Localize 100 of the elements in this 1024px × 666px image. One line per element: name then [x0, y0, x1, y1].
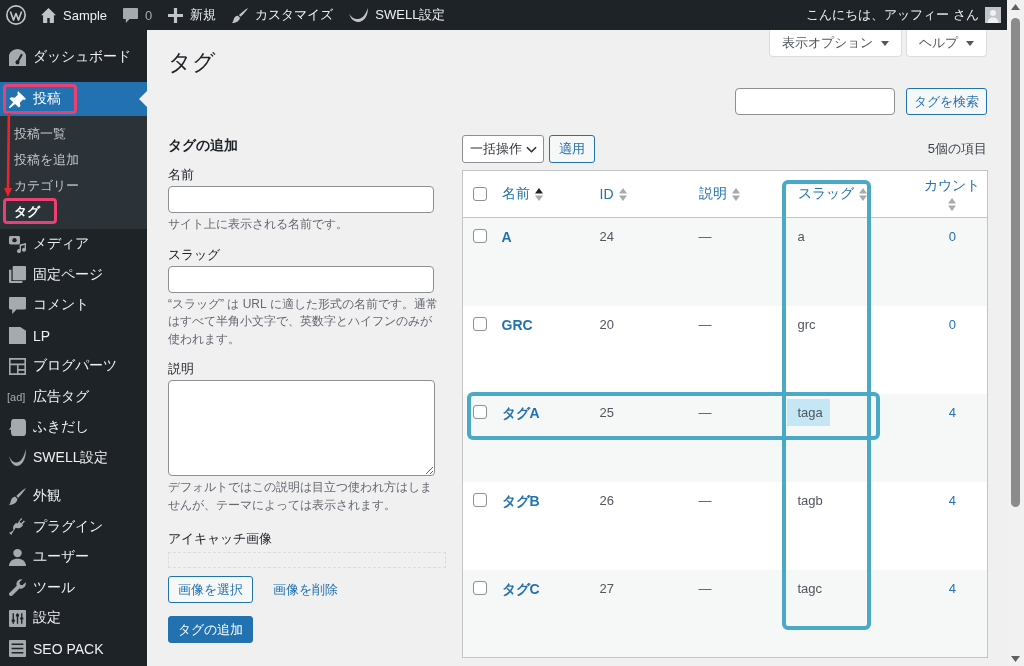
row-checkbox[interactable]	[473, 316, 487, 331]
tag-name-link[interactable]: タグC	[501, 580, 540, 597]
field-label: スラッグ	[168, 245, 221, 264]
sidebar-menu-item[interactable]: 投稿	[0, 82, 147, 116]
caret-icon	[881, 40, 889, 46]
sidebar-menu-item[interactable]: ふきだし	[0, 412, 147, 443]
scrollbar-thumb[interactable]	[1011, 18, 1020, 507]
sidebar-menu-item[interactable]: 外観	[0, 481, 147, 512]
count-link[interactable]: 4	[948, 580, 956, 596]
scroll-down-arrow-icon[interactable]	[1011, 656, 1020, 662]
swoosh-icon	[349, 8, 369, 22]
brush-icon	[9, 487, 26, 505]
id-text: 20	[599, 316, 614, 332]
row-checkbox[interactable]	[473, 229, 487, 243]
description-text: —	[698, 404, 712, 420]
new-content-link[interactable]: 新規	[160, 0, 225, 30]
layout-grid-icon	[9, 357, 26, 375]
form-heading: タグの追加	[168, 136, 239, 155]
id-text: 27	[599, 580, 614, 596]
sidebar-menu-item[interactable]: LP	[0, 320, 147, 351]
add-tag-button[interactable]: タグの追加	[168, 616, 253, 643]
text-input-field[interactable]	[168, 186, 434, 213]
sidebar-menu-item[interactable]: ブログパーツ	[0, 351, 147, 382]
settings-icon	[9, 609, 26, 627]
avatar-icon	[985, 7, 1001, 23]
column-sort-link[interactable]: 名前	[501, 185, 543, 203]
slug-text: tagc	[797, 580, 823, 596]
textarea-field[interactable]	[168, 380, 435, 476]
search-button[interactable]: タグを検索	[906, 88, 987, 115]
sidebar-menu-item[interactable]: メディア	[0, 229, 147, 260]
comments-link[interactable]: 0	[115, 0, 161, 30]
row-checkbox[interactable]	[473, 492, 487, 507]
customize-link[interactable]: カスタマイズ	[224, 0, 342, 30]
search-field[interactable]	[735, 88, 895, 115]
sidebar-menu-item[interactable]: プラグイン	[0, 511, 147, 542]
user-icon	[9, 548, 26, 566]
remove-image-link[interactable]: 画像を削除	[273, 580, 338, 599]
field-hint: デフォルトではこの説明は目立つ使われ方はしませんが、テーマによっては表示されます。	[168, 479, 433, 514]
field-hint: サイト上に表示される名前です。	[168, 216, 349, 233]
theme-settings-link[interactable]: SWELL設定	[341, 0, 454, 30]
submenu-item[interactable]: 投稿一覧	[0, 121, 147, 147]
document-icon	[9, 327, 26, 345]
gauge-icon	[9, 48, 26, 66]
screen-options-button[interactable]: 表示オプション	[769, 30, 902, 57]
submenu-item[interactable]: 投稿を追加	[0, 147, 147, 173]
count-link[interactable]: 0	[948, 316, 956, 332]
select-image-button[interactable]: 画像を選択	[168, 576, 253, 603]
count-link[interactable]: 4	[948, 492, 956, 508]
swoosh-icon	[9, 449, 26, 467]
column-sort-link[interactable]: カウント	[924, 177, 981, 211]
account-menu-link[interactable]: こんにちは、アッフィー さん	[798, 0, 1007, 30]
ad-icon: [ad]	[7, 390, 27, 403]
column-sort-link[interactable]: 説明	[698, 185, 740, 203]
row-checkbox[interactable]	[473, 580, 487, 595]
count-link[interactable]: 4	[948, 404, 956, 420]
field-hint: “スラッグ” は URL に適した形式の名前です。通常はすべて半角小文字で、英数字とハイフンのみが使われます。	[168, 295, 439, 348]
sidebar-menu-item[interactable]: コメント	[0, 290, 147, 321]
apply-button[interactable]: 適用	[549, 135, 595, 163]
column-sort-link[interactable]: ID	[599, 186, 627, 202]
sidebar-menu-item[interactable]: ツール	[0, 572, 147, 603]
slug-text: a	[797, 229, 805, 244]
wrench-icon	[9, 579, 26, 597]
site-logo-icon[interactable]	[6, 5, 26, 25]
tag-name-link[interactable]: タグB	[501, 492, 540, 509]
chevron-down-icon	[526, 145, 537, 153]
sidebar-menu-item[interactable]: SWELL設定	[0, 442, 147, 473]
id-text: 25	[599, 404, 614, 420]
submenu-item[interactable]: タグ	[0, 199, 147, 225]
submenu-item[interactable]: カテゴリー	[0, 173, 147, 199]
text-input-field[interactable]	[168, 265, 434, 293]
sidebar-menu-item[interactable]: 設定	[0, 603, 147, 634]
sidebar-menu-item[interactable]: 固定ページ	[0, 259, 147, 290]
site-name-link[interactable]: Sample	[33, 0, 116, 30]
description-text: —	[698, 316, 712, 332]
tag-name-link[interactable]: A	[501, 229, 512, 245]
slug-text: taga	[786, 398, 830, 426]
select-all-checkbox[interactable]	[473, 187, 487, 201]
home-icon	[41, 7, 56, 23]
count-link[interactable]: 0	[948, 229, 956, 244]
tag-name-link[interactable]: タグA	[501, 404, 540, 421]
list-icon	[9, 640, 26, 658]
plus-icon	[168, 7, 184, 23]
field-label: 説明	[168, 360, 195, 378]
scroll-up-arrow-icon[interactable]	[1011, 4, 1020, 10]
page-title: タグ	[168, 48, 216, 77]
description-text: —	[698, 492, 712, 508]
sidebar-menu-item[interactable]: SEO PACK	[0, 633, 147, 664]
sidebar-menu-item[interactable]: [ad] 広告タグ	[0, 381, 147, 412]
item-count: 5個の項目	[927, 140, 987, 158]
sidebar-menu-item[interactable]: ダッシュボード	[0, 41, 147, 73]
speech-bubble-icon	[123, 7, 139, 23]
slug-text: grc	[797, 316, 816, 332]
description-text: —	[698, 229, 712, 244]
column-sort-link[interactable]: スラッグ	[797, 185, 867, 203]
tag-name-link[interactable]: GRC	[501, 316, 533, 333]
sidebar-menu-item[interactable]: ユーザー	[0, 542, 147, 573]
brush-icon	[232, 7, 249, 23]
help-button[interactable]: ヘルプ	[906, 30, 987, 57]
row-checkbox[interactable]	[473, 404, 487, 419]
bulk-actions-dropdown[interactable]: 一括操作	[462, 135, 544, 163]
